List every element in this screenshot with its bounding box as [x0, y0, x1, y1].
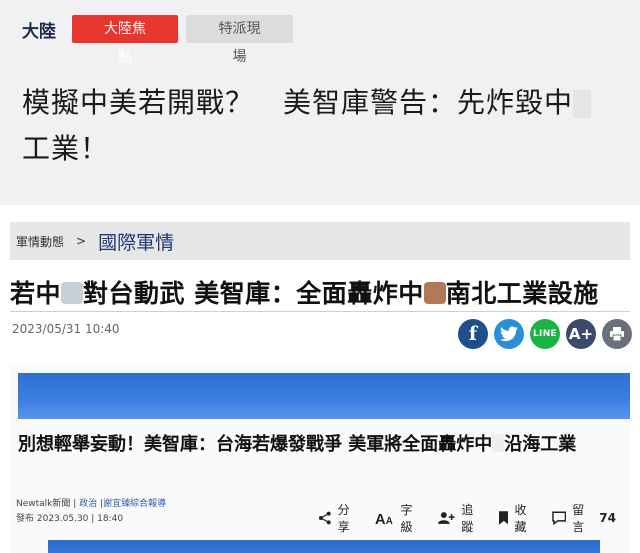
font-action[interactable]: AA 字級 [375, 501, 424, 535]
share-label: 分享 [337, 503, 350, 534]
share-icon [318, 511, 331, 525]
redacted-block [61, 282, 84, 304]
print-button[interactable] [602, 319, 632, 349]
follow-label: 追蹤 [461, 503, 474, 534]
card-title-part1: 別想輕舉妄動！美智庫：台海若爆發戰爭 美軍將全面轟炸中 [18, 434, 493, 455]
comment-label: 留言 [572, 503, 585, 534]
breadcrumb-separator: > [76, 234, 87, 248]
hero-title[interactable]: 模擬中美若開戰？ 美智庫警告：先炸毀中 工業！ [22, 80, 622, 172]
published-time: 發布 2023.05.30 | 18:40 [16, 514, 124, 524]
facebook-icon: f [468, 323, 478, 345]
article-headline: 若中 對台動武 美智庫：全面轟炸中 南北工業設施 [10, 274, 630, 310]
svg-text:A: A [375, 512, 386, 526]
hero-title-line1: 模擬中美若開戰？ 美智庫警告：先炸毀中 [22, 86, 574, 119]
line-share-button[interactable]: LINE [530, 319, 560, 349]
share-action[interactable]: 分享 [318, 501, 361, 535]
share-bar: f LINE A+ [458, 319, 638, 349]
comment-count: 74 [599, 511, 616, 525]
bookmark-icon [498, 511, 509, 525]
headline-part3: 南北工業設施 [445, 279, 599, 308]
category-nav: 大陸 大陸焦點 特派現場 [22, 14, 301, 65]
card-actions: 分享 AA 字級 追蹤 收藏 留言 74 [318, 501, 630, 535]
card-title[interactable]: 別想輕舉妄動！美智庫：台海若爆發戰爭 美軍將全面轟炸中 沿海工業 [18, 431, 622, 458]
card-meta: Newtalk新聞 | 政治 |謝宜臻綜合報導 發布 2023.05.30 | … [16, 497, 166, 527]
font-label: 字級 [400, 503, 413, 534]
line-icon: LINE [533, 329, 557, 339]
font-size-icon: AA [375, 512, 393, 526]
headline-part1: 若中 [10, 279, 62, 308]
category-link[interactable]: 政治 [79, 499, 97, 509]
facebook-share-button[interactable]: f [458, 319, 488, 349]
tab-mainland-focus[interactable]: 大陸焦點 [72, 15, 178, 65]
breadcrumb-current[interactable]: 國際軍情 [98, 228, 174, 255]
svg-text:A: A [386, 516, 393, 526]
redacted-block [573, 90, 592, 118]
tab-special-report[interactable]: 特派現場 [186, 15, 293, 65]
headline-part2: 對台動武 美智庫：全面轟炸中 [83, 279, 424, 308]
author-link[interactable]: 謝宜臻綜合報導 [103, 499, 166, 509]
comment-action[interactable]: 留言 74 [552, 501, 616, 535]
publish-date: 2023/05/31 10:40 [12, 322, 120, 336]
add-user-icon [437, 512, 455, 524]
source-name: Newtalk新聞 [16, 499, 71, 509]
article-image [18, 373, 630, 419]
breadcrumb: 軍情動態 > 國際軍情 [10, 222, 630, 260]
font-size-icon: A+ [568, 325, 594, 343]
related-article-card[interactable]: 別想輕舉妄動！美智庫：台海若爆發戰爭 美軍將全面轟炸中 沿海工業 Newtalk新… [10, 365, 630, 553]
font-size-button[interactable]: A+ [566, 319, 596, 349]
bookmark-label: 收藏 [514, 503, 527, 534]
nav-home-label[interactable]: 大陸 [22, 17, 56, 42]
header-section: 大陸 大陸焦點 特派現場 模擬中美若開戰？ 美智庫警告：先炸毀中 工業！ [0, 0, 640, 205]
divider [10, 311, 630, 312]
follow-action[interactable]: 追蹤 [437, 501, 485, 535]
twitter-bird-icon [500, 326, 518, 342]
redacted-block [492, 434, 505, 452]
redacted-block [423, 282, 446, 304]
hero-title-line2: 工業！ [22, 132, 110, 165]
article-image [48, 540, 600, 553]
bookmark-action[interactable]: 收藏 [498, 501, 538, 535]
twitter-share-button[interactable] [494, 319, 524, 349]
breadcrumb-parent[interactable]: 軍情動態 [16, 233, 64, 250]
card-title-part2: 沿海工業 [504, 434, 577, 455]
printer-icon [610, 327, 624, 342]
comment-icon [552, 511, 566, 525]
